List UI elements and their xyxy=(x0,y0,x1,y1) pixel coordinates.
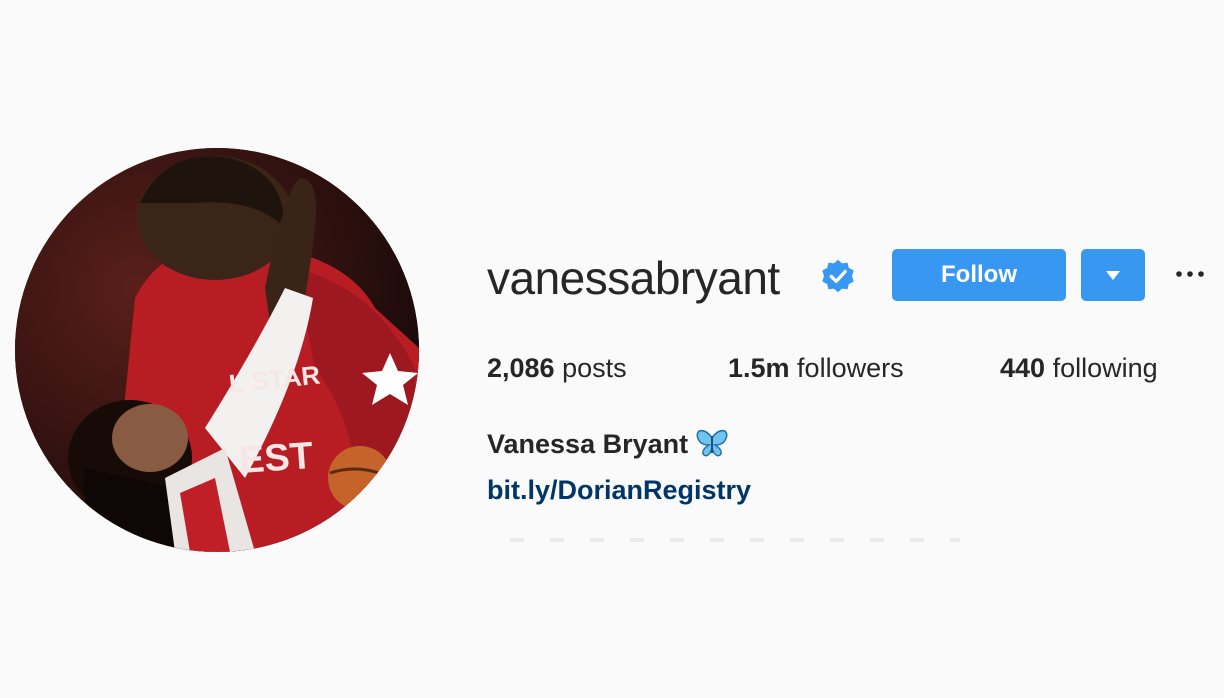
bio-divider xyxy=(510,538,960,542)
butterfly-icon xyxy=(696,429,728,457)
following-label: following xyxy=(1045,353,1158,383)
full-name-text: Vanessa Bryant xyxy=(487,429,689,459)
suggested-accounts-button[interactable] xyxy=(1081,249,1145,301)
verified-badge-icon xyxy=(822,259,854,293)
profile-avatar[interactable]: L STAR EST xyxy=(15,148,419,552)
posts-count: 2,086 posts xyxy=(487,350,627,386)
following-link[interactable]: 440 following xyxy=(1000,350,1158,386)
followers-link[interactable]: 1.5m followers xyxy=(728,350,904,386)
followers-number: 1.5m xyxy=(728,353,790,383)
avatar-photo: L STAR EST xyxy=(15,148,419,552)
following-number: 440 xyxy=(1000,353,1046,383)
profile-website-link[interactable]: bit.ly/DorianRegistry xyxy=(487,472,751,508)
more-options-icon xyxy=(1176,271,1204,277)
posts-label: posts xyxy=(554,353,627,383)
profile-username: vanessabryant xyxy=(487,252,780,304)
profile-full-name: Vanessa Bryant xyxy=(487,426,728,462)
follow-button[interactable]: Follow xyxy=(892,249,1066,301)
posts-number: 2,086 xyxy=(487,353,555,383)
chevron-down-icon xyxy=(1106,270,1120,280)
more-options-button[interactable] xyxy=(1170,262,1210,286)
followers-label: followers xyxy=(789,353,904,383)
svg-text:EST: EST xyxy=(238,435,315,482)
